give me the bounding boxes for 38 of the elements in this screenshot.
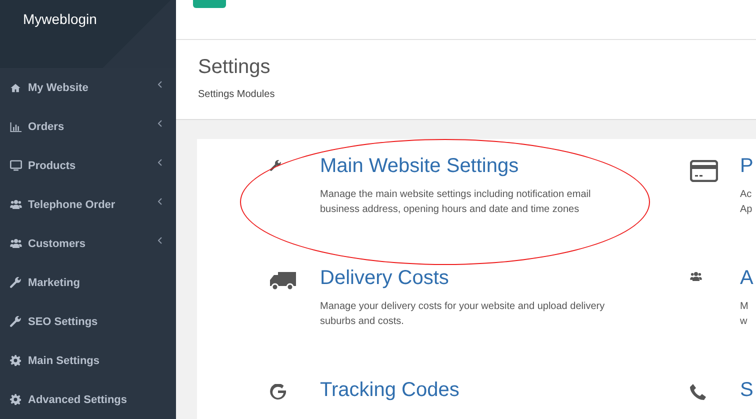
- home-icon: [10, 82, 21, 92]
- wrench-icon: [10, 277, 21, 288]
- users-icon: [690, 272, 702, 281]
- sidebar-item[interactable]: Telephone Order: [0, 185, 176, 224]
- sidebar-item[interactable]: Marketing: [0, 263, 176, 302]
- module-description: Manage the main website settings including notification email business address, opening hours and date and time zones: [320, 188, 592, 217]
- credit-card-icon: [690, 160, 718, 182]
- sidebar-item[interactable]: My Website: [0, 68, 176, 107]
- sidebar-item[interactable]: Products: [0, 146, 176, 185]
- module-title[interactable]: A: [740, 265, 756, 291]
- module-description: Manage your delivery costs for your website and upload delivery suburbs and costs.: [320, 300, 606, 329]
- gear-icon: [10, 394, 21, 405]
- phone-icon: [690, 384, 706, 400]
- bar-chart-icon: [10, 122, 22, 132]
- truck-icon: [270, 272, 296, 290]
- wrench-icon: [10, 316, 21, 327]
- letter-g-icon: [270, 384, 286, 400]
- module-title[interactable]: Tracking Codes: [320, 377, 677, 403]
- module-description: Ac Ap: [740, 188, 754, 217]
- gear-icon: [10, 355, 21, 366]
- users-icon: [10, 239, 22, 248]
- wrench-icon: [270, 160, 281, 171]
- sidebar-item[interactable]: Main Settings: [0, 341, 176, 380]
- monitor-icon: [10, 160, 22, 171]
- sidebar-item[interactable]: SEO Settings: [0, 302, 176, 341]
- brand-logo: Myweblogin: [23, 11, 97, 27]
- module-title[interactable]: S: [740, 377, 756, 403]
- page-title: Settings: [198, 56, 272, 79]
- module-title[interactable]: Main Website Settings: [320, 153, 677, 179]
- sidebar-item[interactable]: Customers: [0, 224, 176, 263]
- module-title[interactable]: P: [740, 153, 756, 179]
- sidebar-item[interactable]: Advanced Settings: [0, 380, 176, 419]
- sidebar-item[interactable]: Orders: [0, 107, 176, 146]
- users-icon: [10, 200, 22, 209]
- action-button[interactable]: [193, 0, 226, 8]
- module-title[interactable]: Delivery Costs: [320, 265, 677, 291]
- module-description: M w: [740, 300, 750, 329]
- page-subtitle: Settings Modules: [198, 89, 276, 100]
